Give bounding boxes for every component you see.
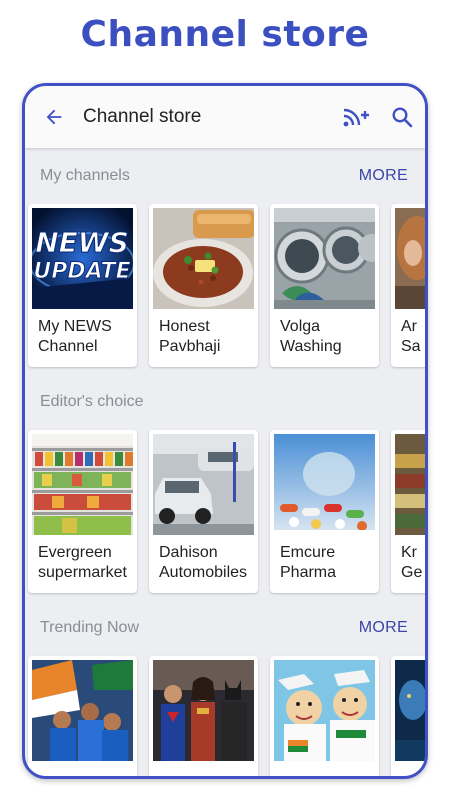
page-title: Channel store <box>83 106 202 127</box>
section-trending-now: Trending Now MORE <box>25 600 425 776</box>
blue-movie-image <box>395 660 425 761</box>
channel-store-content: My channels MORE NEWS UPDATE My NEWS Cha… <box>25 148 425 776</box>
back-button[interactable] <box>25 86 83 148</box>
channel-name: Kr Ge <box>401 544 423 581</box>
news-graphic-line2: UPDATE <box>33 259 130 284</box>
add-feed-button[interactable] <box>333 86 379 148</box>
channel-thumbnail <box>274 660 375 761</box>
search-button[interactable] <box>379 86 425 148</box>
car-garage-image <box>153 434 254 535</box>
news-update-image: NEWS UPDATE <box>32 208 133 309</box>
channel-card[interactable]: Evergreen supermarket <box>28 430 137 593</box>
channel-name: Evergreen supermarket <box>38 544 127 581</box>
search-icon <box>392 107 413 128</box>
channel-card[interactable] <box>149 656 258 776</box>
channel-thumbnail <box>274 434 375 535</box>
promo-title: Channel store <box>80 14 370 55</box>
phone-frame: Channel store My channels MORE NEWS UPDA… <box>22 83 428 779</box>
channel-thumbnail <box>153 434 254 535</box>
channel-card[interactable] <box>28 656 137 776</box>
channel-thumbnail <box>395 434 425 535</box>
channel-thumbnail <box>32 660 133 761</box>
app-bar: Channel store <box>25 86 425 148</box>
channel-card[interactable]: NEWS UPDATE My NEWS Channel <box>28 204 137 367</box>
channel-thumbnail: NEWS UPDATE <box>32 208 133 309</box>
channel-carousel[interactable]: Evergreen supermarket Dahison Automobile… <box>25 430 425 600</box>
more-button[interactable]: MORE <box>359 167 408 185</box>
channel-thumbnail <box>395 208 425 309</box>
channel-thumbnail <box>32 434 133 535</box>
channel-card[interactable] <box>270 656 379 776</box>
channel-thumbnail <box>153 660 254 761</box>
channel-thumbnail <box>395 660 425 761</box>
channel-carousel[interactable] <box>25 656 425 776</box>
section-title: Trending Now <box>40 619 140 636</box>
supermarket-shelves-image <box>32 434 133 535</box>
section-my-channels: My channels MORE NEWS UPDATE My NEWS Cha… <box>25 148 425 374</box>
channel-thumbnail <box>274 208 375 309</box>
channel-name: My NEWS Channel <box>38 318 112 355</box>
superheroes-image <box>153 660 254 761</box>
pills-image <box>274 434 375 535</box>
channel-card[interactable]: Emcure Pharma <box>270 430 379 593</box>
pavbhaji-image <box>153 208 254 309</box>
channel-name: Emcure Pharma <box>280 544 337 581</box>
channel-card[interactable]: Dahison Automobiles <box>149 430 258 593</box>
section-editors-choice: Editor's choice Evergreen supermarket Da… <box>25 374 425 600</box>
cartoon-politicians-image <box>274 660 375 761</box>
channel-card[interactable]: Honest Pavbhaji <box>149 204 258 367</box>
channel-card[interactable] <box>391 656 425 776</box>
cricket-team-image <box>32 660 133 761</box>
section-title: My channels <box>40 167 130 184</box>
channel-card[interactable]: Ar Sa <box>391 204 425 367</box>
salon-image <box>395 208 425 309</box>
section-title: Editor's choice <box>40 393 144 410</box>
news-graphic-line1: NEWS <box>35 226 129 259</box>
washing-machines-image <box>274 208 375 309</box>
channel-card[interactable]: Kr Ge <box>391 430 425 593</box>
more-button[interactable]: MORE <box>359 619 408 637</box>
channel-name: Dahison Automobiles <box>159 544 248 581</box>
channel-name: Volga Washing <box>280 318 342 355</box>
channel-name: Ar Sa <box>401 318 421 355</box>
channel-thumbnail <box>153 208 254 309</box>
rss-add-icon <box>343 108 369 127</box>
channel-name: Honest Pavbhaji <box>159 318 221 355</box>
channel-card[interactable]: Volga Washing <box>270 204 379 367</box>
store-shelves-image <box>395 434 425 535</box>
channel-carousel[interactable]: NEWS UPDATE My NEWS Channel Honest Pavbh… <box>25 204 425 374</box>
back-arrow-icon <box>46 109 62 125</box>
